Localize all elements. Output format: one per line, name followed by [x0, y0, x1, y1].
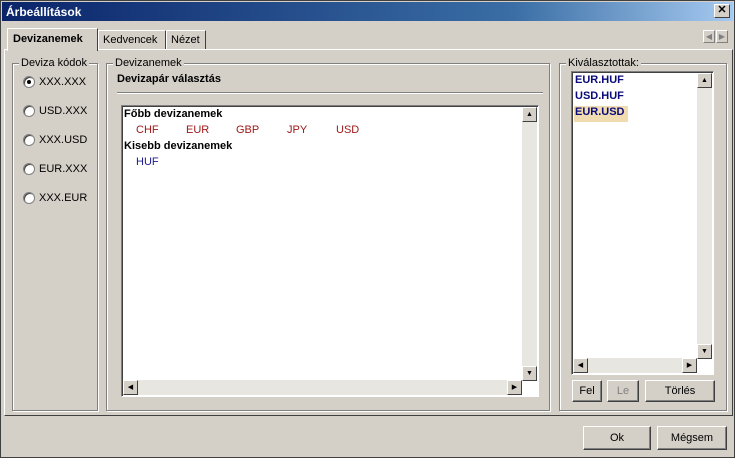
currencies-group-title: Devizanemek [113, 57, 184, 69]
scroll-left-icon[interactable]: ◀ [573, 358, 588, 373]
tab-scroll-left-icon[interactable]: ◀ [703, 30, 715, 43]
scroll-down-icon[interactable]: ▼ [697, 344, 712, 359]
delete-button[interactable]: Törlés [645, 380, 715, 402]
tab-panel: Deviza kódok XXX.XXX USD.XXX XXX.USD EUR… [4, 49, 733, 416]
selected-list[interactable]: EUR.HUF USD.HUF EUR.USD ▲ ▼ ◀ ▶ [571, 71, 714, 375]
minor-heading: Kisebb devizanemek [124, 140, 233, 152]
selected-item[interactable]: USD.HUF [574, 90, 696, 106]
radio-xxx-usd[interactable]: XXX.USD [23, 132, 87, 148]
radio-checked-icon[interactable] [23, 76, 35, 88]
currency-item[interactable]: USD [336, 124, 376, 136]
currency-item[interactable]: CHF [136, 124, 186, 136]
cancel-button[interactable]: Mégsem [657, 426, 727, 450]
radio-xxx-eur[interactable]: XXX.EUR [23, 190, 87, 206]
codes-group-title: Deviza kódok [19, 57, 90, 69]
radio-eur-xxx[interactable]: EUR.XXX [23, 161, 87, 177]
currency-item[interactable]: EUR [186, 124, 236, 136]
title-bar: Árbeállítások ✕ [2, 2, 733, 21]
major-currency-row: CHF EUR GBP JPY USD [136, 124, 376, 136]
radio-label: XXX.USD [39, 134, 88, 146]
scroll-up-icon[interactable]: ▲ [522, 107, 537, 122]
horizontal-scrollbar[interactable]: ◀ ▶ [123, 380, 522, 395]
currency-item[interactable]: JPY [287, 124, 336, 136]
radio-unchecked-icon[interactable] [23, 192, 35, 204]
scroll-up-icon[interactable]: ▲ [697, 73, 712, 88]
radio-usd-xxx[interactable]: USD.XXX [23, 103, 87, 119]
ok-button[interactable]: Ok [583, 426, 651, 450]
scroll-right-icon[interactable]: ▶ [507, 380, 522, 395]
major-heading: Főbb devizanemek [124, 108, 223, 120]
scroll-down-icon[interactable]: ▼ [522, 366, 537, 381]
tab-devizanemek[interactable]: Devizanemek [7, 28, 98, 51]
radio-label: XXX.EUR [39, 192, 88, 204]
settings-dialog: Árbeállítások ✕ Devizanemek Kedvencek Né… [0, 0, 735, 458]
close-button[interactable]: ✕ [714, 4, 730, 18]
radio-label: XXX.XXX [39, 76, 87, 88]
selected-groupbox: Kiválasztottak: EUR.HUF USD.HUF EUR.USD … [559, 57, 727, 411]
down-button[interactable]: Le [607, 380, 639, 402]
divider [117, 92, 543, 93]
tab-scroll-right-icon[interactable]: ▶ [716, 30, 728, 43]
selected-group-title: Kiválasztottak: [566, 57, 641, 69]
scroll-left-icon[interactable]: ◀ [123, 380, 138, 395]
tab-nezet[interactable]: Nézet [166, 30, 206, 50]
horizontal-scrollbar[interactable]: ◀ ▶ [573, 358, 697, 373]
radio-unchecked-icon[interactable] [23, 105, 35, 117]
up-button[interactable]: Fel [572, 380, 602, 402]
vertical-scrollbar[interactable]: ▲ ▼ [697, 73, 712, 359]
radio-label: USD.XXX [39, 105, 88, 117]
vertical-scrollbar[interactable]: ▲ ▼ [522, 107, 537, 381]
radio-unchecked-icon[interactable] [23, 134, 35, 146]
selected-item-highlighted[interactable]: EUR.USD [574, 106, 628, 122]
scroll-right-icon[interactable]: ▶ [682, 358, 697, 373]
codes-groupbox: Deviza kódok XXX.XXX USD.XXX XXX.USD EUR… [12, 57, 98, 411]
radio-xxx-xxx[interactable]: XXX.XXX [23, 74, 86, 90]
radio-label: EUR.XXX [39, 163, 88, 175]
window-title: Árbeállítások [6, 5, 82, 19]
currency-list[interactable]: Főbb devizanemek CHF EUR GBP JPY USD Kis… [121, 105, 539, 397]
selected-item[interactable]: EUR.HUF [574, 74, 696, 90]
radio-unchecked-icon[interactable] [23, 163, 35, 175]
currency-item[interactable]: HUF [136, 156, 159, 168]
pair-selection-heading: Devizapár választás [117, 73, 221, 85]
tab-kedvencek[interactable]: Kedvencek [98, 30, 166, 50]
currency-item[interactable]: GBP [236, 124, 287, 136]
currencies-groupbox: Devizanemek Devizapár választás Főbb dev… [106, 57, 550, 411]
